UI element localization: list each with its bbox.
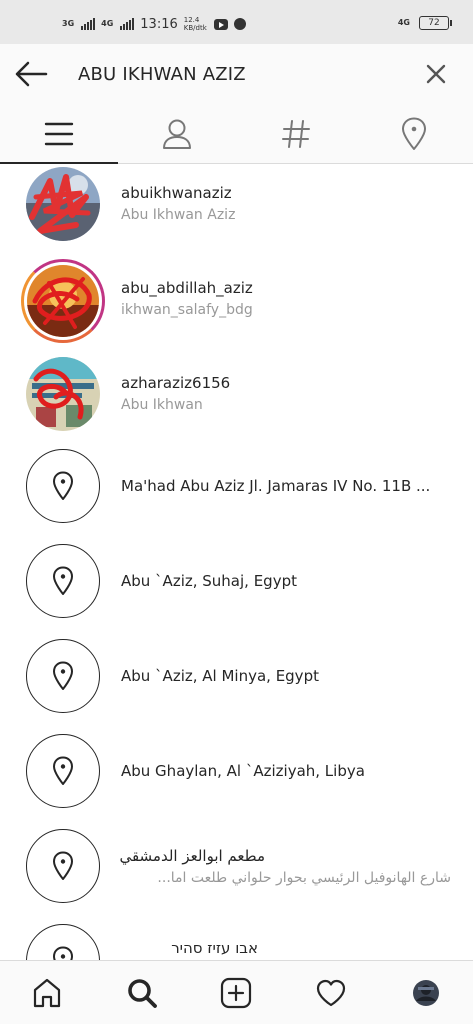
place-name: Abu `Aziz, Suhaj, Egypt <box>121 572 297 590</box>
result-username: azharaziz6156 <box>121 374 231 392</box>
nav-search[interactable] <box>95 961 190 1024</box>
status-time: 13:16 <box>140 16 178 32</box>
result-place-row[interactable]: Ma'had Abu Aziz Jl. Jamaras IV No. 11B .… <box>0 449 473 544</box>
add-post-icon <box>221 977 252 1008</box>
clear-search-icon[interactable] <box>424 62 448 86</box>
result-account-row[interactable]: abu_abdillah_aziz ikhwan_salafy_bdg <box>0 259 473 354</box>
signal-icon <box>81 18 96 30</box>
result-place-row[interactable]: Abu Ghaylan, Al `Aziziyah, Libya <box>0 734 473 829</box>
result-subtitle: ikhwan_salafy_bdg <box>121 302 253 318</box>
result-username: abuikhwanaziz <box>121 184 232 202</box>
result-username: abu_abdillah_aziz <box>121 279 253 297</box>
place-address: شارع الهانوفيل الرئيسي بحوار حلواني طلعت… <box>157 870 451 886</box>
status-left: 3G 4G 13:16 12.4 KB/dtk <box>62 16 246 32</box>
nav-profile[interactable] <box>378 961 473 1024</box>
status-bar: 3G 4G 13:16 12.4 KB/dtk 4G 72 <box>0 0 473 44</box>
battery-icon: 72 <box>419 16 452 30</box>
result-place-row[interactable]: Abu `Aziz, Suhaj, Egypt <box>0 544 473 639</box>
status-right: 4G 72 <box>397 16 452 30</box>
place-name: Abu Ghaylan, Al `Aziziyah, Libya <box>121 762 365 780</box>
list-icon <box>44 122 74 145</box>
chat-notification-icon <box>233 18 246 30</box>
place-name: Ma'had Abu Aziz Jl. Jamaras IV No. 11B .… <box>121 477 431 495</box>
nav-new-post[interactable] <box>189 961 284 1024</box>
network-type-right: 4G <box>397 18 410 27</box>
location-pin-icon <box>26 449 100 523</box>
result-place-row[interactable]: אבו עזיז סהיר <box>0 924 473 960</box>
search-header <box>0 44 473 104</box>
avatar-story-ring <box>21 259 105 343</box>
result-account-row[interactable]: abuikhwanaziz Abu Ikhwan Aziz <box>0 164 473 259</box>
location-pin-icon <box>26 639 100 713</box>
tab-accounts[interactable] <box>118 104 236 163</box>
network-type-1: 3G <box>62 19 75 28</box>
battery-level: 72 <box>428 18 440 28</box>
person-icon <box>163 119 192 149</box>
place-name: مطعم ابوالعز الدمشقي <box>119 847 265 865</box>
nav-activity[interactable] <box>284 961 379 1024</box>
avatar <box>26 167 100 241</box>
youtube-notification-icon <box>213 18 228 30</box>
search-tabs <box>0 104 473 164</box>
tab-top[interactable] <box>0 104 119 164</box>
back-arrow-icon[interactable] <box>14 58 48 90</box>
result-place-row[interactable]: Abu `Aziz, Al Minya, Egypt <box>0 639 473 734</box>
result-account-row[interactable]: azharaziz6156 Abu Ikhwan <box>0 354 473 449</box>
location-pin-icon <box>26 544 100 618</box>
signal-icon-2 <box>120 18 135 30</box>
tab-places[interactable] <box>355 104 473 163</box>
result-place-row[interactable]: مطعم ابوالعز الدمشقي شارع الهانوفيل الرئ… <box>0 829 473 924</box>
network-type-2: 4G <box>101 19 114 28</box>
result-subtitle: Abu Ikhwan Aziz <box>121 207 236 223</box>
search-icon <box>128 978 157 1008</box>
search-results-list: abuikhwanaziz Abu Ikhwan Aziz abu_abdill… <box>0 164 473 960</box>
search-input[interactable] <box>78 60 398 88</box>
avatar <box>26 357 100 431</box>
result-subtitle: Abu Ikhwan <box>121 397 203 413</box>
location-pin-icon <box>26 829 100 903</box>
bottom-navigation <box>0 960 473 1024</box>
home-icon <box>34 978 61 1007</box>
profile-avatar <box>412 979 439 1006</box>
hashtag-icon <box>281 119 310 148</box>
location-pin-icon <box>26 924 100 960</box>
tab-tags[interactable] <box>237 104 355 163</box>
network-speed: 12.4 KB/dtk <box>183 16 207 32</box>
nav-home[interactable] <box>0 961 95 1024</box>
location-pin-icon <box>401 117 426 150</box>
heart-icon <box>316 979 346 1006</box>
place-name: Abu `Aziz, Al Minya, Egypt <box>121 667 319 685</box>
place-name: אבו עזיז סהיר <box>171 939 258 957</box>
location-pin-icon <box>26 734 100 808</box>
